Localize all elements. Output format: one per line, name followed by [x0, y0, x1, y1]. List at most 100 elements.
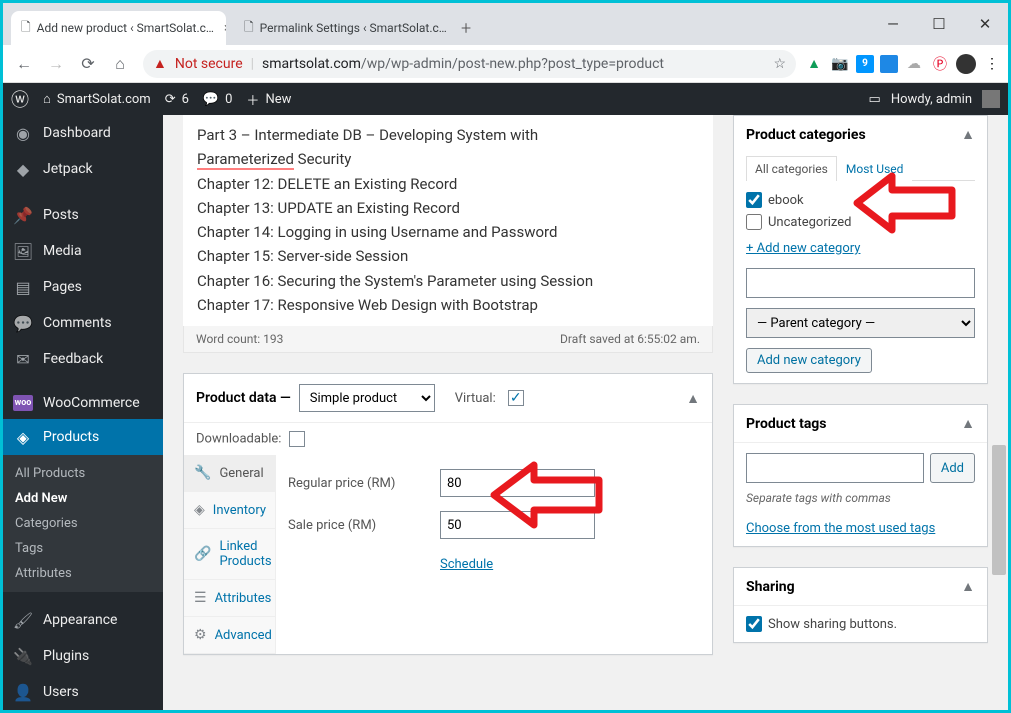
virtual-checkbox[interactable]	[508, 390, 524, 406]
tab-inventory[interactable]: ◈Inventory	[184, 492, 275, 529]
drive-extension-icon[interactable]: ▲	[804, 54, 824, 74]
add-category-button[interactable]: Add new category	[746, 348, 872, 373]
sidebar-products[interactable]: ◈ Products	[3, 419, 163, 455]
sidebar-item-label: Posts	[43, 207, 79, 223]
submenu-all-products[interactable]: All Products	[3, 461, 163, 486]
editor-content[interactable]: Part 3 – Intermediate DB – Developing Sy…	[183, 115, 713, 326]
ext-icon-blue[interactable]: 9	[856, 55, 874, 73]
forward-button[interactable]: →	[41, 49, 71, 79]
pages-icon: ▤	[13, 277, 33, 297]
close-tab-icon[interactable]: ×	[224, 21, 226, 36]
sale-price-input[interactable]	[440, 511, 595, 539]
schedule-link[interactable]: Schedule	[440, 557, 493, 572]
category-ebook[interactable]: ebook	[746, 189, 975, 211]
sidebar-dashboard[interactable]: ◉Dashboard	[3, 115, 163, 151]
jetpack-icon: ◆	[13, 159, 33, 179]
sidebar-posts[interactable]: 📌Posts	[3, 197, 163, 233]
category-label: Uncategorized	[768, 215, 851, 230]
regular-price-input[interactable]	[440, 469, 595, 497]
categories-title: Product categories	[746, 127, 866, 143]
add-new-category-link[interactable]: + Add new category	[746, 241, 860, 256]
reload-button[interactable]: ⟳	[73, 49, 103, 79]
sidebar-comments[interactable]: 💬Comments	[3, 305, 163, 341]
tab-general[interactable]: 🔧General	[184, 455, 275, 492]
sharing-title: Sharing	[746, 579, 795, 595]
minimize-button[interactable]: —	[870, 9, 916, 39]
ext-icon-boxblue[interactable]	[880, 55, 898, 73]
choose-most-used-tags-link[interactable]: Choose from the most used tags	[746, 521, 935, 536]
sidebar-media[interactable]: 🖼Media	[3, 233, 163, 269]
new-content-link[interactable]: ＋New	[246, 90, 291, 109]
avatar-icon[interactable]	[956, 54, 976, 74]
new-category-input[interactable]	[746, 268, 975, 298]
camera-extension-icon[interactable]: 📷	[830, 54, 850, 74]
sidebar-item-label: Products	[43, 429, 99, 445]
show-sharing-checkbox[interactable]	[746, 616, 762, 632]
category-checkbox[interactable]	[746, 214, 762, 230]
back-button[interactable]: ←	[9, 49, 39, 79]
tab-attributes[interactable]: ☰Attributes	[184, 580, 275, 617]
sidebar-item-label: WooCommerce	[43, 395, 140, 411]
sidebar-woocommerce[interactable]: woo WooCommerce	[3, 387, 163, 419]
submenu-categories[interactable]: Categories	[3, 511, 163, 536]
avatar[interactable]	[982, 90, 1000, 108]
browser-tab-active[interactable]: 🗋 Add new product ‹ SmartSolat.c… ×	[11, 11, 226, 45]
tab-advanced[interactable]: ⚙Advanced	[184, 617, 275, 654]
panel-toggle-icon[interactable]: ▲	[961, 415, 975, 432]
sidebar-item-label: Comments	[43, 315, 112, 331]
sidebar-users[interactable]: 👤Users	[3, 674, 163, 710]
category-checkbox[interactable]	[746, 192, 762, 208]
chrome-menu-icon[interactable]: ⋮	[982, 54, 1002, 74]
close-window-button[interactable]: ✕	[962, 9, 1008, 39]
category-uncategorized[interactable]: Uncategorized	[746, 211, 975, 233]
submenu-attributes[interactable]: Attributes	[3, 561, 163, 586]
howdy-text[interactable]: Howdy, admin	[891, 92, 972, 107]
submenu-add-new[interactable]: Add New	[3, 486, 163, 511]
downloadable-checkbox[interactable]	[289, 431, 305, 447]
cat-tab-all[interactable]: All categories	[746, 156, 837, 181]
product-type-select[interactable]: Simple product	[299, 384, 435, 412]
maximize-button[interactable]: ☐	[916, 9, 962, 39]
woocommerce-icon: woo	[13, 395, 33, 411]
sidebar-feedback[interactable]: ✉Feedback	[3, 341, 163, 377]
site-link[interactable]: ⌂SmartSolat.com	[43, 91, 151, 107]
panel-toggle-icon[interactable]: ▲	[686, 390, 700, 407]
vertical-scrollbar[interactable]	[990, 115, 1006, 710]
updates-link[interactable]: ⟳6	[165, 92, 189, 107]
link-icon: 🔗	[194, 546, 211, 562]
star-icon[interactable]: ☆	[773, 56, 786, 72]
word-count: Word count: 193	[196, 332, 283, 346]
ext-icon-cloud[interactable]: ☁	[904, 54, 924, 74]
tag-input[interactable]	[746, 453, 924, 483]
panel-toggle-icon[interactable]: ▲	[961, 578, 975, 595]
parent-category-select[interactable]: — Parent category —	[746, 308, 975, 338]
sidebar-item-label: Users	[43, 684, 79, 700]
submenu-tags[interactable]: Tags	[3, 536, 163, 561]
comments-link[interactable]: 💬0	[203, 92, 233, 107]
wp-comment-icon[interactable]: ▭	[869, 92, 881, 107]
new-tab-button[interactable]: +	[461, 11, 471, 45]
downloadable-label: Downloadable:	[196, 431, 281, 446]
spellcheck-underline: Parameterized	[197, 150, 294, 170]
show-sharing-label: Show sharing buttons.	[768, 617, 897, 632]
sidebar-appearance[interactable]: 🖌Appearance	[3, 602, 163, 638]
sidebar-pages[interactable]: ▤ Pages	[3, 269, 163, 305]
home-button[interactable]: ⌂	[105, 49, 135, 79]
tab-linked-products[interactable]: 🔗Linked Products	[184, 529, 275, 580]
sidebar-jetpack[interactable]: ◆ Jetpack	[3, 151, 163, 187]
sidebar-item-label: Appearance	[43, 612, 117, 628]
pinterest-extension-icon[interactable]: Ⓟ	[930, 54, 950, 74]
panel-toggle-icon[interactable]: ▲	[961, 126, 975, 143]
sidebar-item-label: Pages	[43, 279, 82, 295]
add-tag-button[interactable]: Add	[930, 453, 975, 483]
browser-tab[interactable]: 🗋 Permalink Settings ‹ SmartSolat.c… ×	[234, 11, 449, 45]
omnibox[interactable]: ▲ Not secure | smartsolat.com/wp/wp-admi…	[143, 50, 796, 78]
scrollbar-thumb[interactable]	[992, 445, 1006, 575]
list-icon: ☰	[194, 590, 207, 606]
products-icon: ◈	[13, 427, 33, 447]
cat-tab-most-used[interactable]: Most Used	[837, 156, 913, 181]
wp-logo[interactable]: ⓦ	[11, 86, 29, 112]
sidebar-plugins[interactable]: 🔌Plugins	[3, 638, 163, 674]
show-sharing-checkbox-row[interactable]: Show sharing buttons.	[746, 616, 975, 632]
sidebar-item-label: Jetpack	[43, 161, 93, 177]
